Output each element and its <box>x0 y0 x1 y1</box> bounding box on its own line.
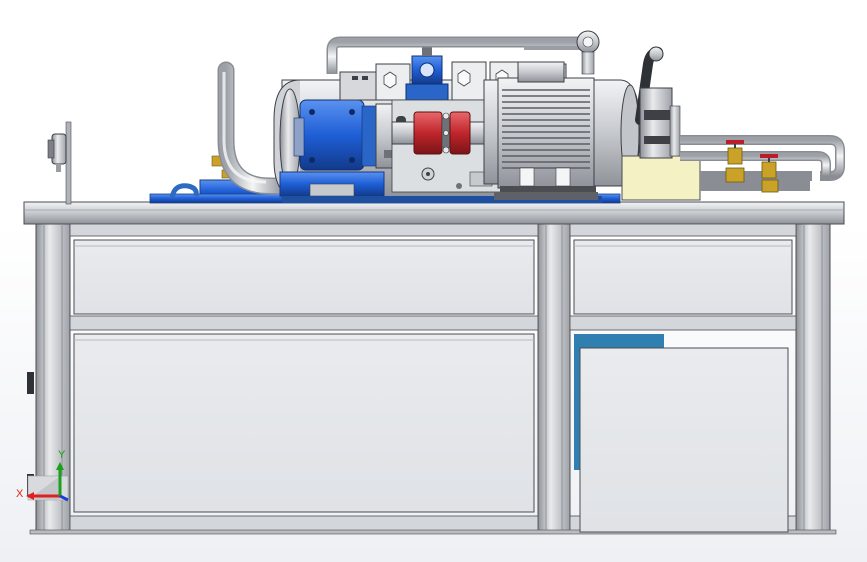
assembly-drawing[interactable]: X Y <box>0 0 867 562</box>
table-top[interactable] <box>23 201 845 225</box>
bell-housing <box>375 103 395 169</box>
motor-terminal-box[interactable] <box>517 61 565 83</box>
outlet-pipes[interactable] <box>680 135 845 191</box>
drawer-right[interactable] <box>573 239 793 315</box>
pressure-gauge[interactable] <box>47 133 67 172</box>
manifold-block[interactable] <box>621 155 701 201</box>
triad-y-label: Y <box>58 449 66 461</box>
ball-valve-1[interactable] <box>725 140 745 183</box>
leg-right <box>795 223 831 533</box>
gear-pump[interactable] <box>293 99 377 171</box>
triad-x-label: X <box>16 488 24 500</box>
electric-motor[interactable] <box>483 61 641 200</box>
leg-middle <box>537 223 571 533</box>
gauge-bracket <box>65 121 72 205</box>
drawer-left[interactable] <box>73 239 535 315</box>
coupling[interactable] <box>413 111 471 155</box>
door-latch[interactable] <box>27 372 34 394</box>
cad-viewport[interactable]: X Y <box>0 0 867 562</box>
cabinet-door-right[interactable] <box>579 347 789 533</box>
cabinet-door-left[interactable] <box>73 333 535 513</box>
